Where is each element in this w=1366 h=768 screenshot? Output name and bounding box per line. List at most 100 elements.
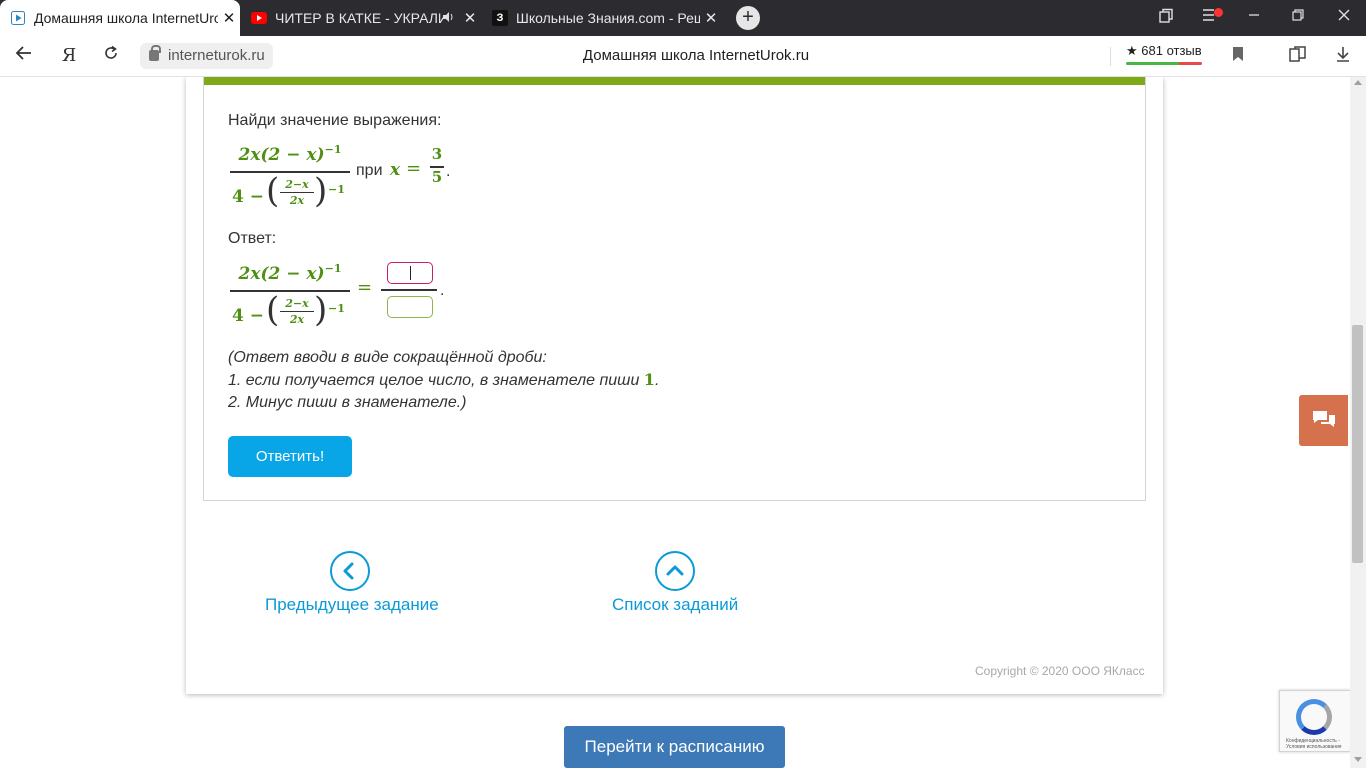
close-window-icon[interactable] xyxy=(1334,8,1354,28)
fraction-bar xyxy=(230,290,350,292)
answer-equals-sign: = xyxy=(357,277,373,298)
reviews-text: ★ 681 отзыв xyxy=(1126,43,1202,58)
scroll-thumb[interactable] xyxy=(1352,325,1363,563)
right-paren: ) xyxy=(314,290,328,330)
submit-answer-button[interactable]: Ответить! xyxy=(228,436,352,477)
denominator-exponent: −1 xyxy=(328,183,345,196)
variable-x: x xyxy=(390,160,401,180)
address-bar: Я interneturok.ru Домашняя школа Interne… xyxy=(0,36,1366,77)
inner-denominator: 2x xyxy=(289,194,305,207)
close-tab-icon[interactable]: ✕ xyxy=(218,9,240,27)
reload-icon[interactable] xyxy=(100,45,122,67)
fraction-numerator: 2x(2 − x)−1 xyxy=(230,143,350,165)
numerator-text: 2x(2 − x) xyxy=(238,145,325,165)
chat-button[interactable] xyxy=(1299,395,1348,446)
task-list-link[interactable]: Список заданий xyxy=(612,595,738,615)
url-field[interactable]: interneturok.ru xyxy=(140,43,273,69)
tab-znanija[interactable]: З Школьные Знания.com - Реш ✕ xyxy=(482,0,722,36)
inner-fraction: 2−x 2x xyxy=(280,296,314,328)
answer-fraction-bar xyxy=(381,289,437,291)
inner-fraction: 2−x 2x xyxy=(280,177,314,209)
inner-numerator: 2−x xyxy=(285,178,309,191)
rating-bar xyxy=(1126,62,1202,65)
at-word: при xyxy=(356,162,383,179)
inner-fraction-bar xyxy=(280,311,314,312)
hint-line-2: 1. если получается целое число, в знамен… xyxy=(228,370,660,389)
answer-label: Ответ: xyxy=(228,230,277,247)
inner-numerator: 2−x xyxy=(285,297,309,310)
scroll-up-arrow-icon[interactable] xyxy=(1354,80,1362,85)
hint-number: 1 xyxy=(643,370,655,389)
hint-line-3: 2. Минус пиши в знаменателе.) xyxy=(228,394,467,411)
tab-youtube[interactable]: ЧИТЕР В КАТКЕ - УКРАЛИ ✕ xyxy=(241,0,481,36)
close-tab-icon[interactable]: ✕ xyxy=(459,9,481,27)
task-panel: Найди значение выражения: 2x(2 − x)−1 4 … xyxy=(203,77,1146,501)
lock-icon xyxy=(149,45,161,61)
copyright-text: Copyright © 2020 ООО ЯКласс xyxy=(975,664,1145,678)
play-icon xyxy=(10,10,26,26)
left-paren: ( xyxy=(266,171,280,211)
minimize-icon[interactable] xyxy=(1244,8,1264,28)
page-content: Найди значение выражения: 2x(2 − x)−1 4 … xyxy=(0,77,1350,768)
value-fraction: 3 5 xyxy=(430,145,444,187)
right-paren: ) xyxy=(314,171,328,211)
denominator-lead: 4 − xyxy=(232,187,264,207)
download-icon[interactable] xyxy=(1333,46,1353,66)
page-scrollbar[interactable] xyxy=(1350,77,1366,768)
fraction-numerator: 2x(2 − x)−1 xyxy=(230,262,350,284)
tab-title: Школьные Знания.com - Реш xyxy=(516,10,700,26)
task-prompt: Найди значение выражения: xyxy=(228,112,442,129)
numerator-exponent: −1 xyxy=(324,143,342,156)
previous-task-icon[interactable] xyxy=(330,551,370,591)
hint-line-1: (Ответ вводи в виде сокращённой дроби: xyxy=(228,349,547,366)
hint-line-2-text: 1. если получается целое число, в знамен… xyxy=(228,372,640,389)
reader-icon[interactable] xyxy=(1288,46,1308,66)
recaptcha-icon xyxy=(1296,699,1332,735)
equals-sign: = xyxy=(406,158,422,179)
answer-period: . xyxy=(440,282,445,299)
denominator-input[interactable] xyxy=(387,296,433,318)
denominator-lead: 4 − xyxy=(232,306,264,326)
recaptcha-text: Конфиденциальность - Условия использован… xyxy=(1286,738,1342,750)
scroll-down-arrow-icon[interactable] xyxy=(1354,757,1362,762)
inner-denominator: 2x xyxy=(289,313,305,326)
bookmark-icon[interactable] xyxy=(1228,46,1248,66)
numerator-input[interactable] xyxy=(387,262,433,284)
page-title: Домашняя школа InternetUrok.ru xyxy=(582,47,810,64)
speaker-icon[interactable] xyxy=(443,11,459,25)
new-tab-button[interactable]: + xyxy=(736,6,760,30)
answer-input-fraction xyxy=(381,260,437,320)
go-to-schedule-button[interactable]: Перейти к расписанию xyxy=(564,726,785,768)
answer-expression-fraction: 2x(2 − x)−1 4 − ( 2−x 2x ) −1 xyxy=(230,256,350,331)
tab-title: ЧИТЕР В КАТКЕ - УКРАЛИ xyxy=(275,10,443,26)
previous-task-link[interactable]: Предыдущее задание xyxy=(265,595,439,615)
lesson-card: Найди значение выражения: 2x(2 − x)−1 4 … xyxy=(186,77,1163,694)
numerator-text: 2x(2 − x) xyxy=(238,264,325,284)
tab-interneturok[interactable]: Домашняя школа InternetUrok ✕ xyxy=(0,0,240,36)
inner-fraction-bar xyxy=(280,192,314,193)
collections-icon[interactable] xyxy=(1156,8,1176,28)
close-tab-icon[interactable]: ✕ xyxy=(700,9,722,27)
period: . xyxy=(446,163,451,180)
denominator-exponent: −1 xyxy=(328,302,345,315)
restore-icon[interactable] xyxy=(1288,8,1308,28)
recaptcha-badge[interactable]: Конфиденциальность - Условия использован… xyxy=(1279,690,1350,752)
youtube-icon xyxy=(251,10,267,26)
left-paren: ( xyxy=(266,290,280,330)
yandex-icon[interactable]: Я xyxy=(58,45,80,67)
task-list-icon[interactable] xyxy=(655,551,695,591)
numerator-exponent: −1 xyxy=(324,262,342,275)
task-header-bar xyxy=(204,77,1145,85)
browser-tab-bar: Домашняя школа InternetUrok ✕ ЧИТЕР В КА… xyxy=(0,0,1366,36)
back-arrow-icon[interactable] xyxy=(13,45,35,67)
reviews-badge[interactable]: ★ 681 отзыв xyxy=(1126,43,1202,65)
url-text: interneturok.ru xyxy=(168,47,265,64)
znanija-icon: З xyxy=(492,10,508,26)
value-numerator: 3 xyxy=(431,145,443,163)
fraction-bar xyxy=(230,171,350,173)
chat-icon xyxy=(1313,411,1335,427)
expression-fraction: 2x(2 − x)−1 4 − ( 2−x 2x ) −1 xyxy=(230,137,350,212)
answer-hint: (Ответ вводи в виде сокращённой дроби: 1… xyxy=(228,347,659,414)
notification-dot xyxy=(1214,8,1223,17)
value-denominator: 5 xyxy=(431,168,443,186)
